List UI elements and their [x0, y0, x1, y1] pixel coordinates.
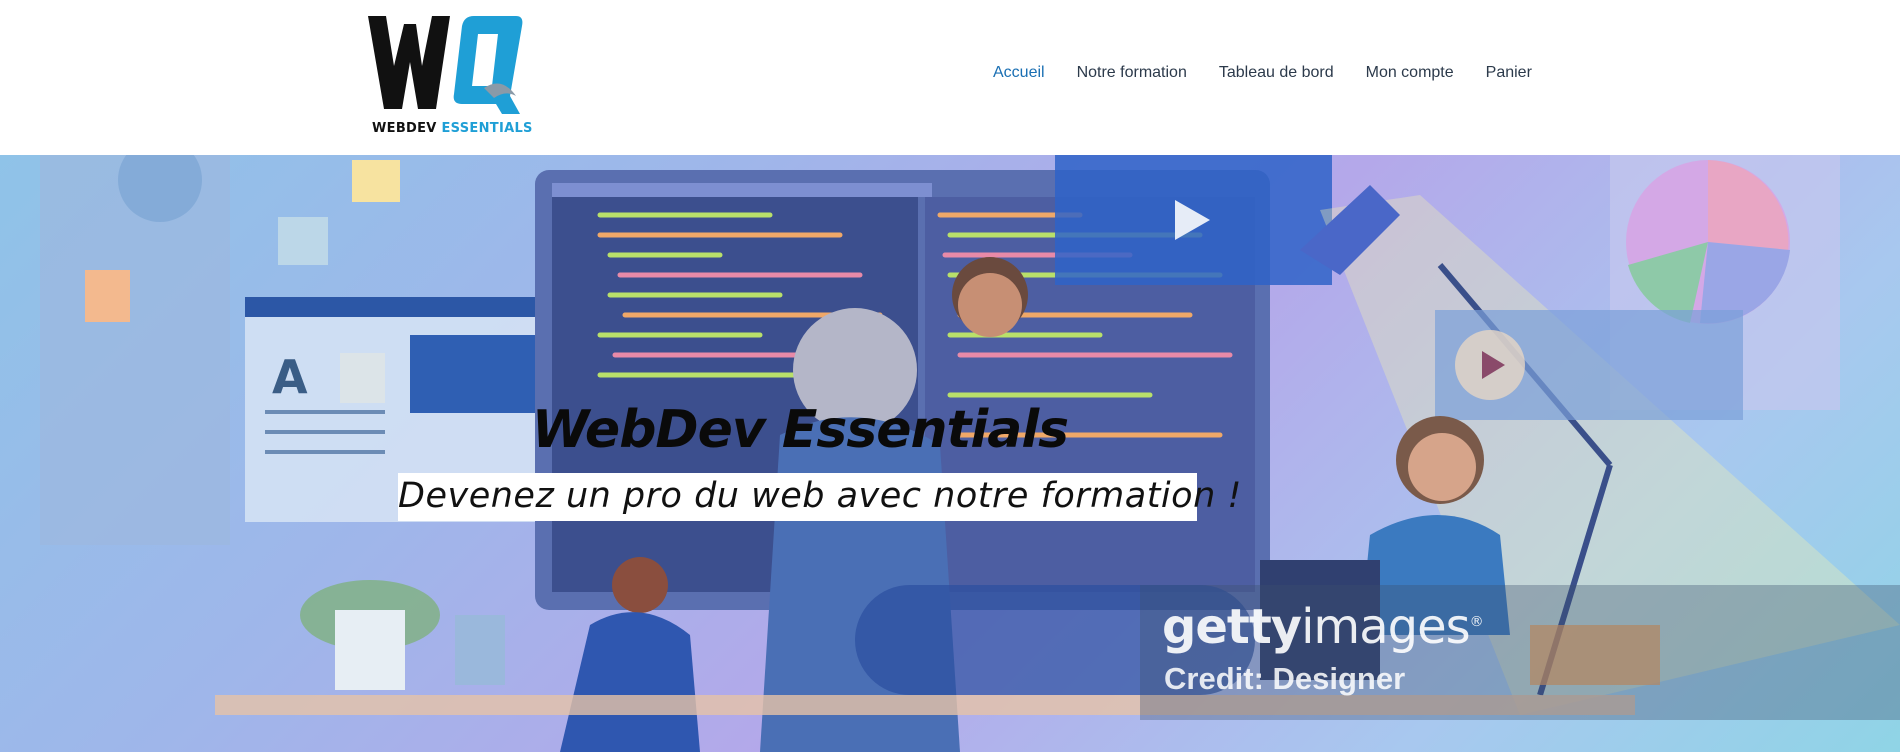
- hero-banner: A WebDev Essentials Devenez un pro du we…: [0, 155, 1900, 752]
- nav-item-panier[interactable]: Panier: [1486, 64, 1532, 88]
- hero-subtitle: Devenez un pro du web avec notre formati…: [398, 473, 1241, 521]
- watermark-brand-bold: getty: [1162, 599, 1302, 655]
- logo-monogram-icon: [368, 16, 523, 114]
- watermark-brand: gettyimages®: [1162, 599, 1484, 655]
- nav-item-accueil[interactable]: Accueil: [993, 64, 1045, 88]
- svg-text:A: A: [272, 350, 308, 404]
- site-header: WEBDEV ESSENTIALS Accueil Notre formatio…: [0, 0, 1900, 155]
- hero-title: WebDev Essentials: [531, 400, 1069, 460]
- nav-item-notre-formation[interactable]: Notre formation: [1077, 64, 1187, 88]
- logo-wordmark: WEBDEV ESSENTIALS: [372, 121, 533, 136]
- stock-watermark: gettyimages® Credit: Designer: [1140, 585, 1900, 720]
- nav-item-tableau-de-bord[interactable]: Tableau de bord: [1219, 64, 1334, 88]
- logo-word-1: WEBDEV: [372, 121, 437, 136]
- site-logo[interactable]: WEBDEV ESSENTIALS: [366, 14, 532, 136]
- watermark-credit: Credit: Designer: [1164, 661, 1406, 696]
- watermark-brand-light: images: [1301, 599, 1471, 655]
- nav-item-mon-compte[interactable]: Mon compte: [1366, 64, 1454, 88]
- logo-word-2: ESSENTIALS: [441, 121, 533, 136]
- watermark-registered: ®: [1469, 614, 1484, 630]
- main-nav: Accueil Notre formation Tableau de bord …: [993, 64, 1564, 88]
